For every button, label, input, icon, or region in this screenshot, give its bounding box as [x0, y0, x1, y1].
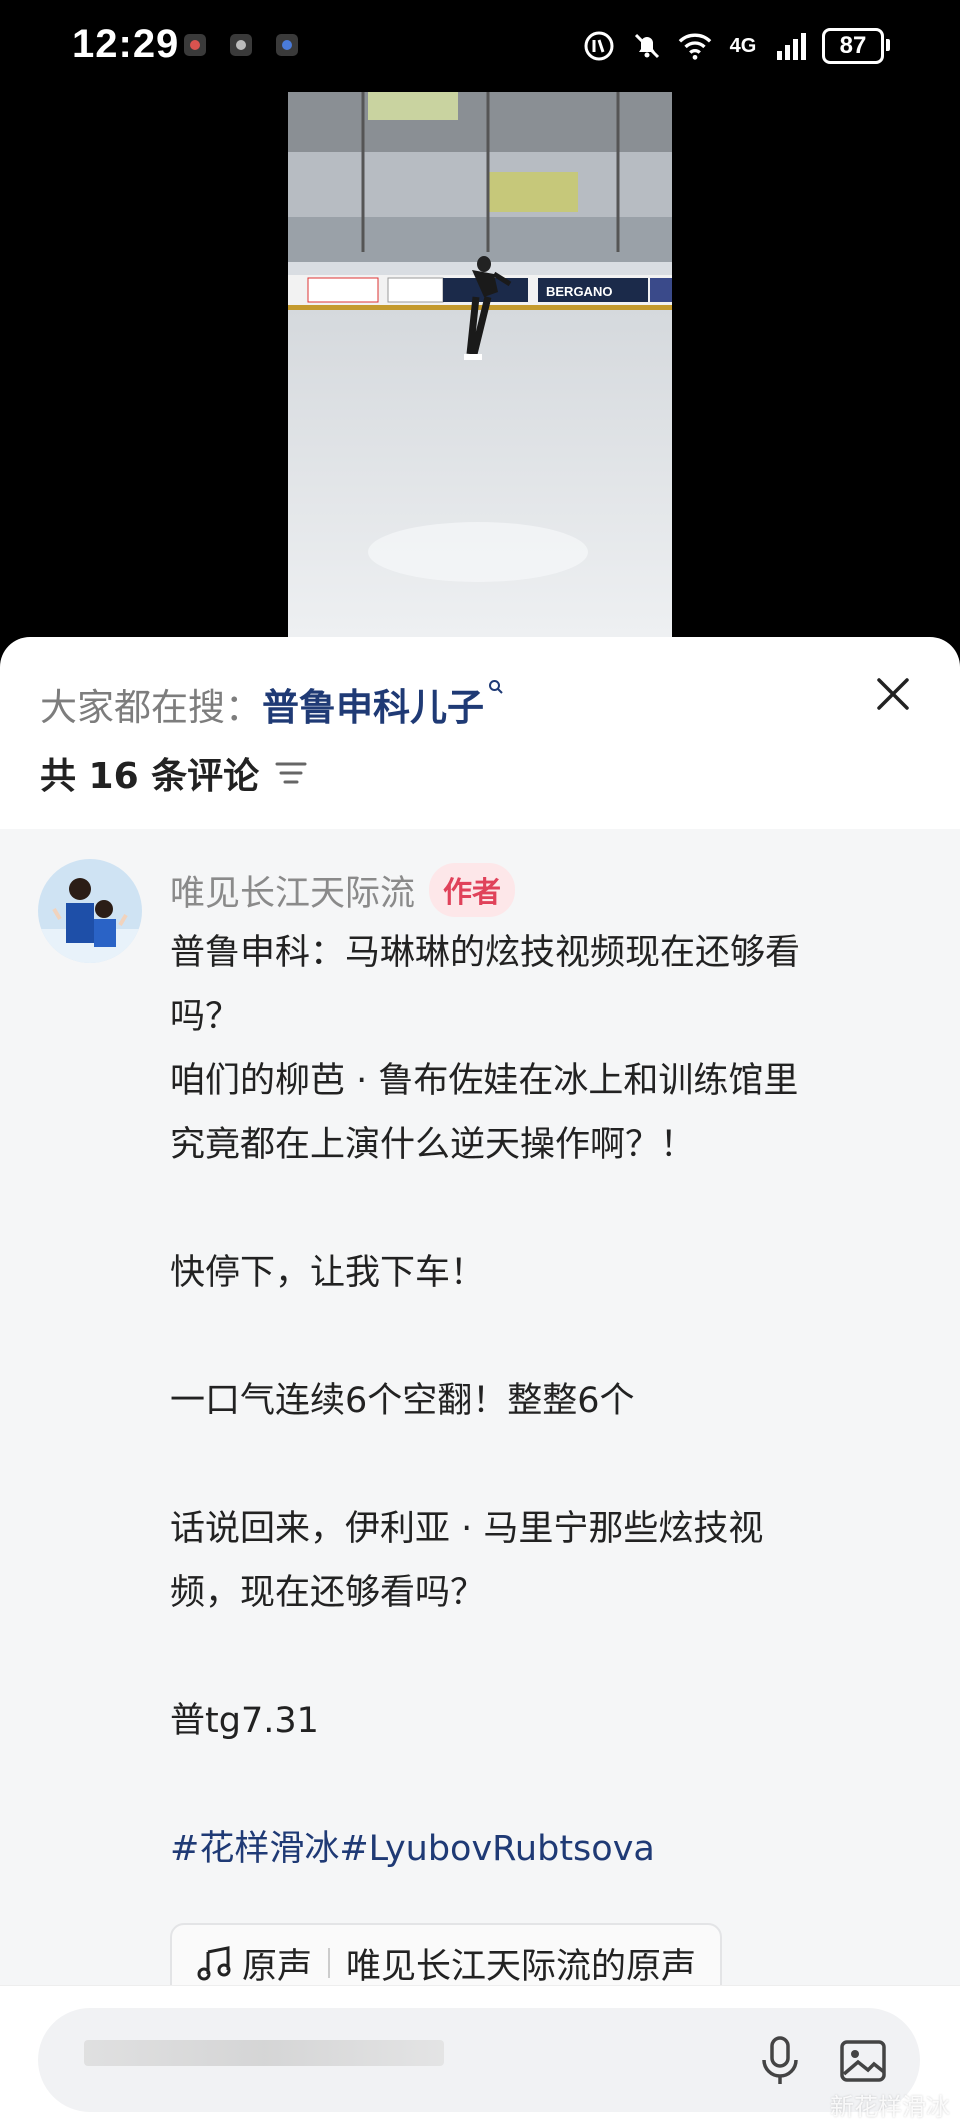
comment-line: 一口气连续6个空翻！整整6个: [170, 1381, 635, 1421]
battery-indicator: 87: [822, 28, 890, 64]
status-bar: 12:29 4G 87: [0, 0, 960, 92]
comment-line: [170, 1753, 920, 1817]
input-placeholder-blurred: [84, 2040, 444, 2066]
comment-line: 普鲁申科：马琳琳的炫技视频现在还够看: [170, 933, 801, 973]
comment-line: [170, 1305, 920, 1369]
video-player[interactable]: BERGANO: [288, 92, 672, 637]
hashtag-links[interactable]: #花样滑冰#LyubovRubtsova: [170, 1817, 920, 1881]
sort-icon[interactable]: [275, 759, 307, 787]
notification-icons: [184, 34, 298, 56]
comment-sheet: 大家都在搜： 普鲁申科儿子 共 16 条评论 唯见长江天际流 作者 普鲁申科：马…: [0, 637, 960, 2125]
microphone-icon[interactable]: [756, 2034, 804, 2088]
avatar-image: [38, 859, 142, 963]
search-icon: [489, 680, 503, 694]
comment-input-bar: 新花样滑冰: [0, 1985, 960, 2125]
comment-count-label: 共 16 条评论: [40, 756, 260, 797]
comment-line: 话说回来，伊利亚 · 马里宁那些炫技视: [170, 1509, 764, 1549]
mute-bell-icon: [630, 29, 664, 63]
nfc-icon: [582, 29, 616, 63]
audio-label: 原声: [242, 1946, 313, 1987]
author-badge: 作者: [429, 863, 516, 917]
notification-app-icon: [184, 34, 206, 56]
watermark-text: 新花样滑冰: [830, 2093, 950, 2121]
search-suggestion-prefix: 大家都在搜：: [40, 686, 262, 729]
comment-line: [170, 1177, 920, 1241]
notification-app-icon: [276, 34, 298, 56]
video-frame: BERGANO: [288, 92, 672, 637]
music-note-icon: [197, 1946, 231, 1981]
rink-banner-text: BERGANO: [546, 284, 612, 299]
search-suggestion[interactable]: 大家都在搜： 普鲁申科儿子: [40, 677, 504, 731]
avatar[interactable]: [38, 859, 142, 963]
search-suggestion-term[interactable]: 普鲁申科儿子: [262, 677, 484, 731]
comment-line: 快停下，让我下车！: [170, 1253, 486, 1293]
author-name[interactable]: 唯见长江天际流: [170, 865, 415, 916]
network-type-label: 4G: [729, 34, 757, 57]
wifi-icon: [678, 29, 712, 63]
close-icon[interactable]: [872, 673, 914, 715]
comment-line: 究竟都在上演什么逆天操作啊？！: [170, 1125, 696, 1165]
comment-body: 普鲁申科：马琳琳的炫技视频现在还够看 吗？ 咱们的柳芭 · 鲁布佐娃在冰上和训练…: [170, 921, 920, 1881]
comment-line: 普tg7.31: [170, 1701, 319, 1741]
author-row: 唯见长江天际流 作者: [170, 863, 516, 917]
comment-line: 吗？: [170, 997, 241, 1037]
comment-count: 共 16 条评论: [40, 747, 307, 799]
comment-line: 咱们的柳芭 · 鲁布佐娃在冰上和训练馆里: [170, 1061, 799, 1101]
comment-item: 唯见长江天际流 作者 普鲁申科：马琳琳的炫技视频现在还够看 吗？ 咱们的柳芭 ·…: [0, 829, 960, 2003]
comment-line: 频，现在还够看吗？: [170, 1573, 486, 1613]
system-icons: 4G 87: [582, 28, 890, 64]
comment-line: [170, 1433, 920, 1497]
comment-input[interactable]: [38, 2008, 920, 2112]
signal-icon: [774, 29, 808, 63]
audio-title: 唯见长江天际流的原声: [346, 1946, 697, 1987]
comment-line: [170, 1625, 920, 1689]
image-icon[interactable]: [838, 2036, 888, 2086]
status-time: 12:29: [72, 22, 180, 66]
audio-divider: [328, 1948, 331, 1978]
notification-app-icon: [230, 34, 252, 56]
